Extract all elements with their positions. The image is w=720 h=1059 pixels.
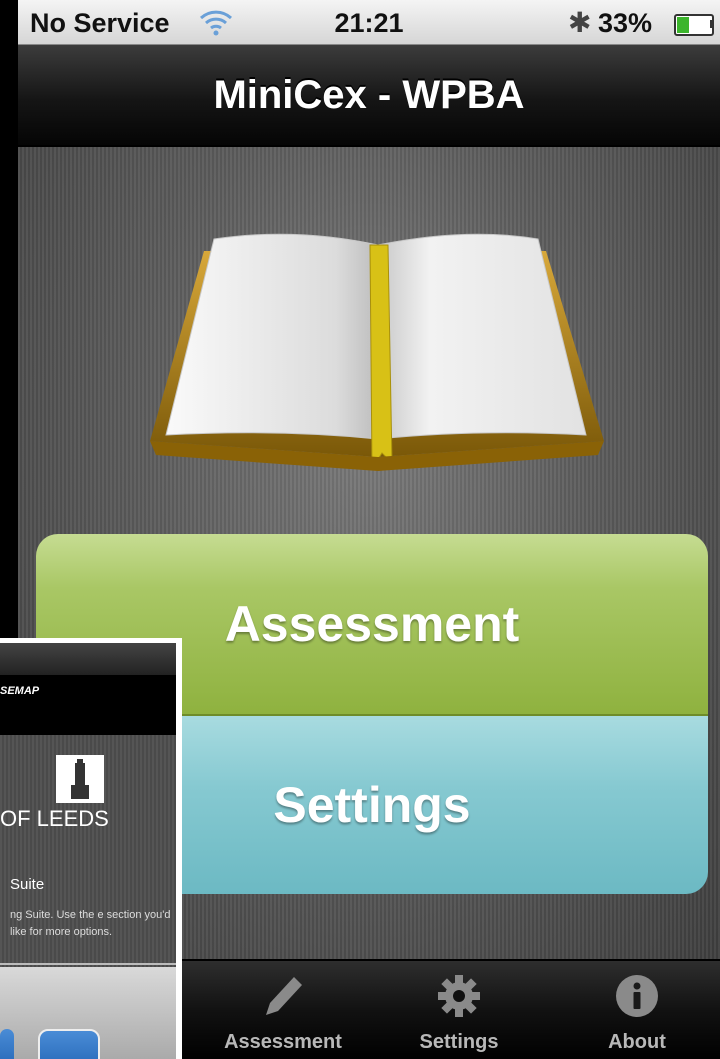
- gear-icon: [438, 975, 480, 1017]
- navigation-bar: MiniCex - WPBA: [18, 45, 720, 147]
- inset-screen: SEMAP OF LEEDS Suite ng Suite. Use the e…: [0, 643, 176, 1059]
- book-icon: [150, 233, 604, 471]
- inset-divider: [0, 963, 176, 965]
- tab-about[interactable]: About: [562, 961, 712, 1059]
- inset-status-bar: [0, 643, 176, 675]
- inset-app-icon[interactable]: [0, 1029, 14, 1059]
- building-logo-icon: [56, 755, 104, 803]
- inset-brand: SEMAP: [0, 685, 40, 697]
- battery-tip: [710, 20, 714, 28]
- inset-organisation: OF LEEDS: [0, 806, 109, 831]
- inset-navbar: [0, 675, 176, 735]
- inset-app-icon[interactable]: [38, 1029, 100, 1059]
- battery-level: [677, 17, 689, 33]
- tab-label: Assessment: [224, 1031, 342, 1053]
- info-icon: [616, 975, 658, 1017]
- inset-suite-title: Suite: [10, 876, 45, 893]
- tab-label: About: [608, 1031, 666, 1053]
- battery-icon: [674, 14, 714, 36]
- battery-percent: 33%: [598, 8, 653, 38]
- tab-assessment[interactable]: Assessment: [208, 961, 358, 1059]
- bluetooth-icon: ✱: [568, 7, 592, 38]
- inset-screenshot: SEMAP OF LEEDS Suite ng Suite. Use the e…: [0, 638, 182, 1059]
- page-title: MiniCex - WPBA: [213, 73, 525, 117]
- inset-description: ng Suite. Use the e section you'd like f…: [10, 909, 171, 938]
- pencil-icon: [266, 977, 302, 1015]
- tab-label: Settings: [419, 1031, 499, 1053]
- tab-settings[interactable]: Settings: [384, 961, 534, 1059]
- status-bar: No Service 21:21 ✱ 33%: [18, 0, 720, 45]
